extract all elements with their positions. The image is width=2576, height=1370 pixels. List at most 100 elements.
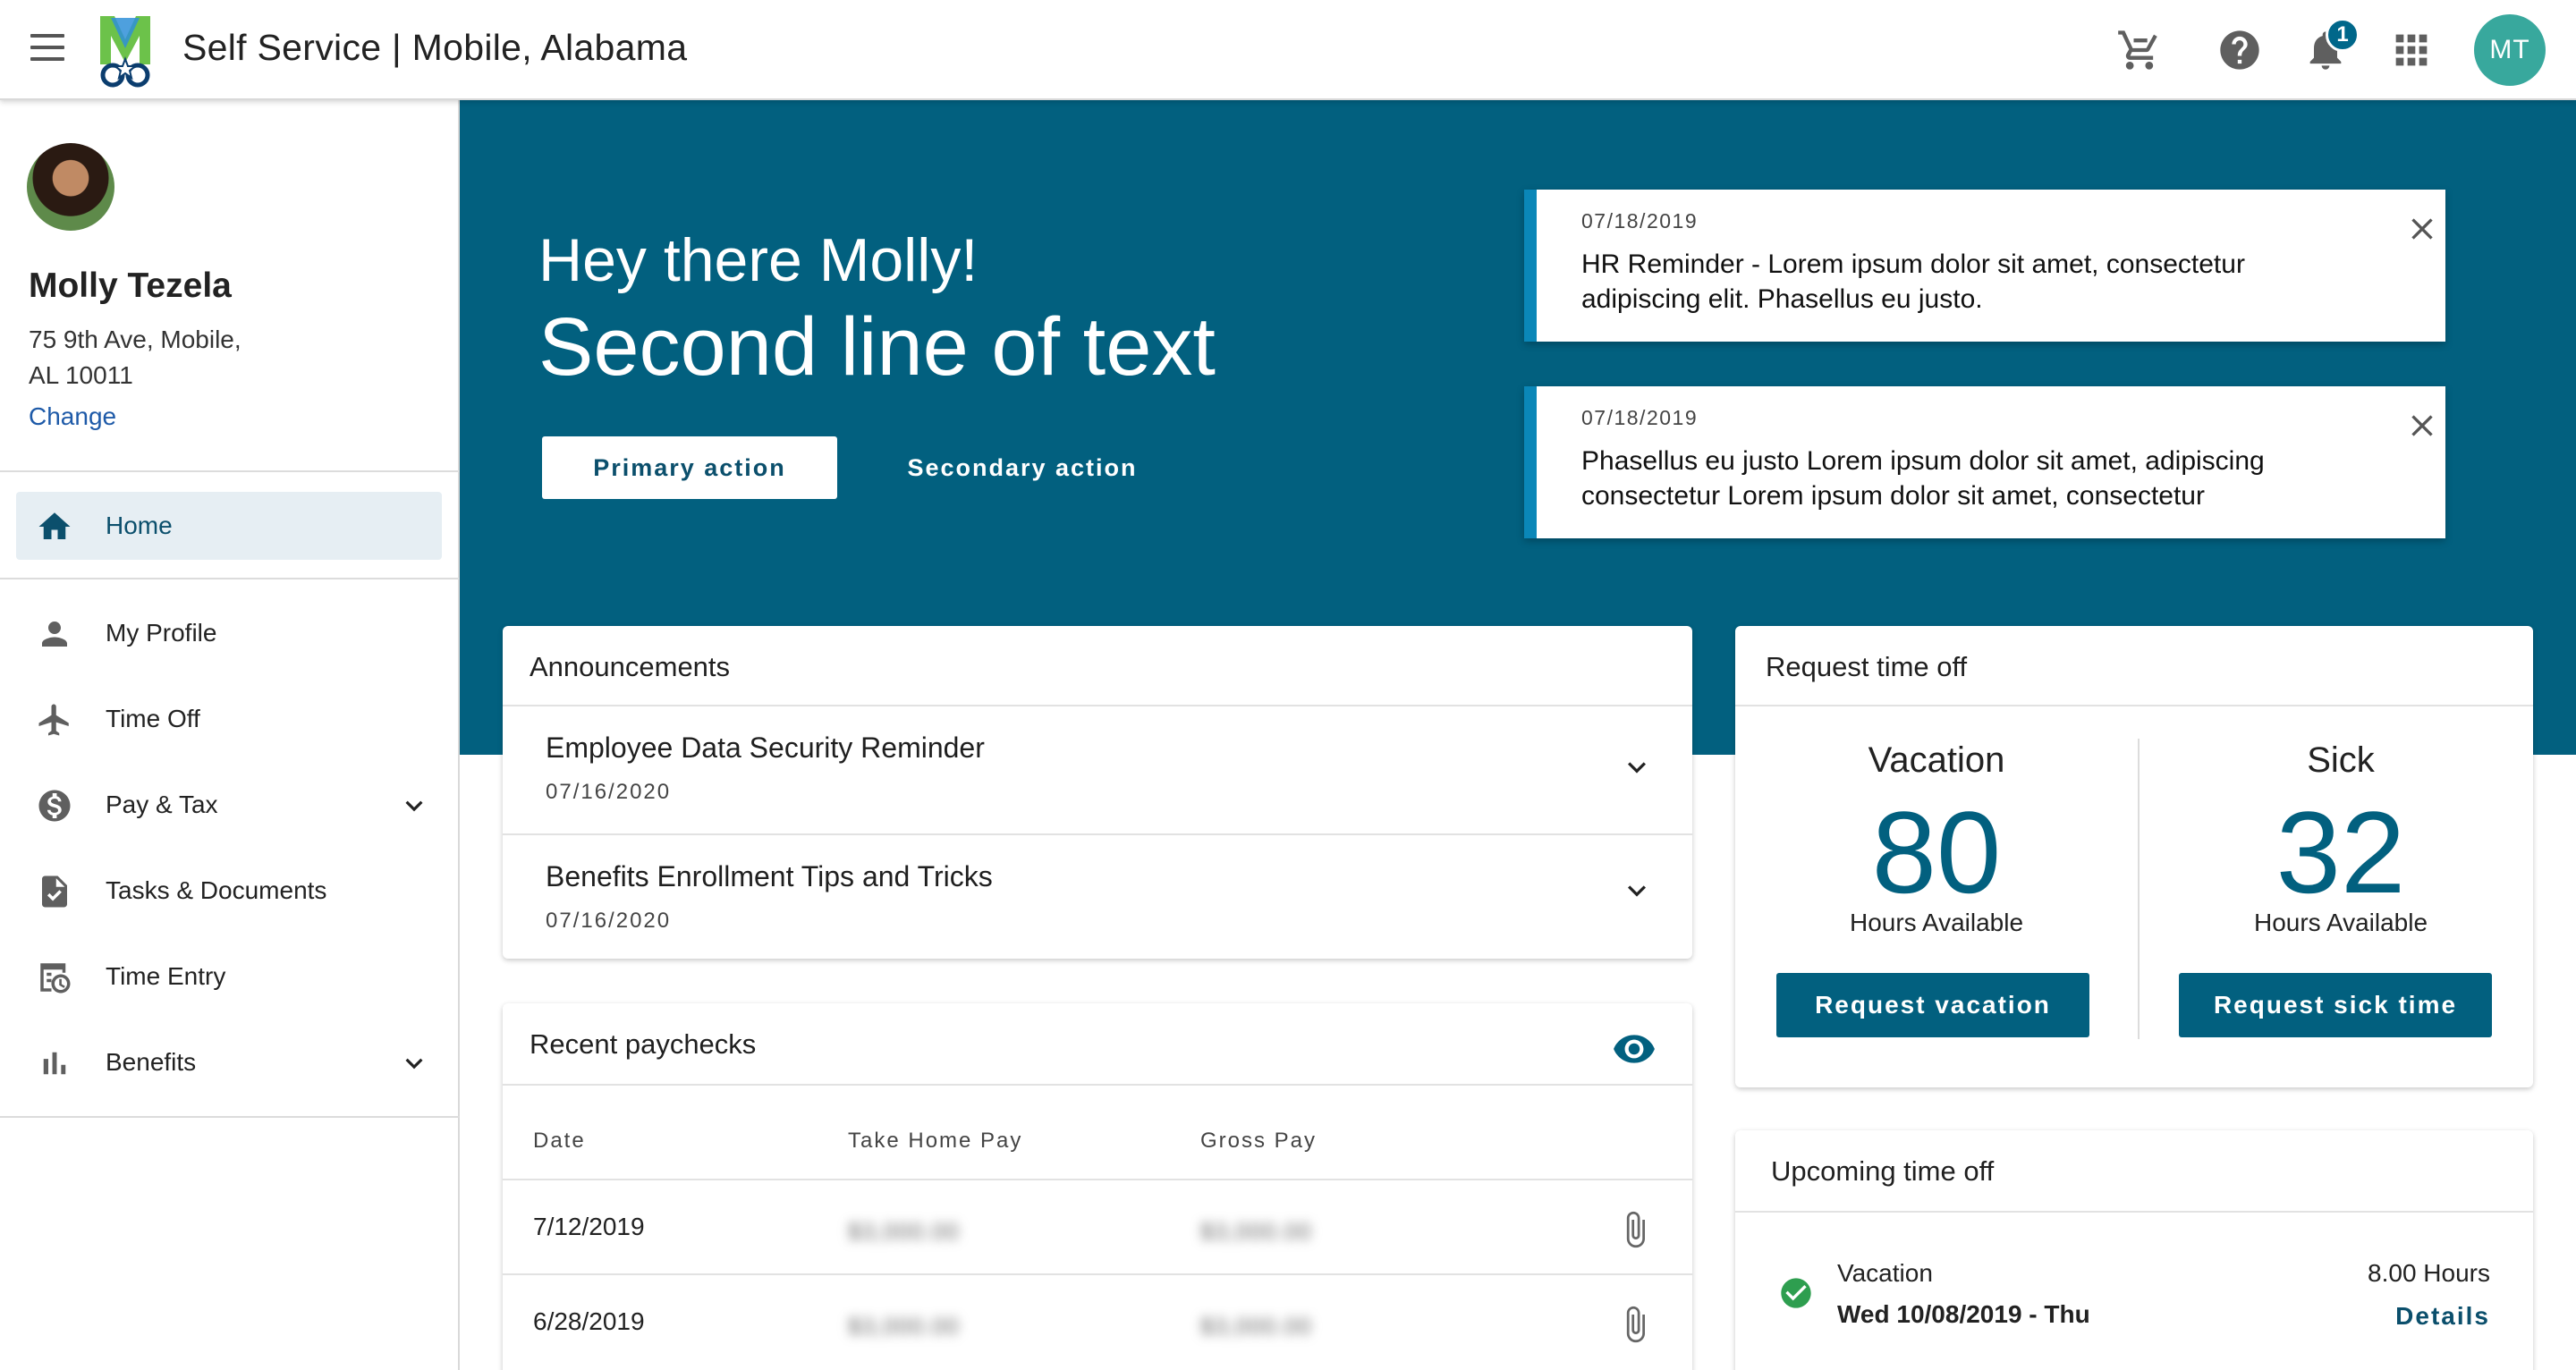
announcement-title: Employee Data Security Reminder	[546, 732, 985, 764]
details-link[interactable]: Details	[2395, 1302, 2490, 1331]
sidebar-item-label: Benefits	[106, 1048, 197, 1076]
notice-text: HR Reminder - Lorem ipsum dolor sit amet…	[1581, 249, 2245, 314]
sidebar-item-label: My Profile	[106, 619, 217, 647]
paycheck-date: 6/28/2019	[533, 1307, 645, 1335]
sidebar-item-home[interactable]: Home	[16, 492, 442, 560]
sidebar-item-time-entry[interactable]: Time Entry	[16, 943, 442, 1011]
announcements-title: Announcements	[530, 651, 731, 682]
upcoming-hours: 8.00 Hours	[2368, 1259, 2490, 1287]
close-icon[interactable]	[2404, 408, 2440, 444]
upcoming-type: Vacation	[1837, 1259, 1933, 1287]
paychecks-title: Recent paychecks	[530, 1028, 757, 1060]
user-avatar[interactable]: MT	[2474, 14, 2546, 86]
column-header-take-home: Take Home Pay	[848, 1129, 1023, 1153]
primary-action-button[interactable]: Primary action	[542, 436, 837, 499]
profile-name: Molly Tezela	[29, 266, 232, 305]
close-icon[interactable]	[2404, 211, 2440, 247]
eye-icon[interactable]	[1612, 1027, 1657, 1071]
sick-hours: 32	[2275, 787, 2406, 918]
chevron-down-icon[interactable]	[397, 789, 431, 823]
announcement-date: 07/16/2020	[546, 780, 672, 804]
profile-photo	[27, 143, 114, 231]
chevron-down-icon[interactable]	[397, 1046, 431, 1080]
column-header-gross: Gross Pay	[1200, 1129, 1318, 1153]
cart-icon[interactable]	[2116, 27, 2163, 73]
sidebar-divider	[0, 578, 460, 579]
notice-date: 07/18/2019	[1581, 406, 1699, 429]
notice-text: Phasellus eu justo Lorem ipsum dolor sit…	[1581, 446, 2265, 511]
upcoming-time-off-item: Vacation Wed 10/08/2019 - Thu 8.00 Hours…	[1735, 1213, 2533, 1356]
address-line-2: AL 10011	[29, 361, 133, 389]
document-check-icon	[36, 873, 73, 910]
announcement-item[interactable]: Benefits Enrollment Tips and Tricks 07/1…	[503, 835, 1690, 966]
sidebar: Molly Tezela 75 9th Ave, Mobile, AL 1001…	[0, 100, 460, 1370]
notice-card: 07/18/2019 Phasellus eu justo Lorem ipsu…	[1524, 386, 2445, 538]
sidebar-item-tasks-documents[interactable]: Tasks & Documents	[16, 857, 442, 925]
attachment-icon[interactable]	[1615, 1302, 1655, 1347]
secondary-action-button[interactable]: Secondary action	[875, 436, 1170, 499]
column-header-date: Date	[533, 1129, 586, 1153]
sick-label: Sick	[2307, 740, 2375, 780]
vacation-label: Vacation	[1868, 740, 2005, 780]
home-icon	[36, 508, 73, 545]
announcement-item[interactable]: Employee Data Security Reminder 07/16/20…	[503, 706, 1690, 837]
gross-amount: $3,000.00	[1200, 1313, 1312, 1340]
gross-amount: $3,000.00	[1200, 1218, 1312, 1245]
sidebar-divider	[0, 1116, 460, 1118]
table-row: 7/12/2019 $3,000.00 $3,000.00	[503, 1180, 1690, 1275]
sidebar-item-label: Time Entry	[106, 962, 226, 990]
dollar-icon	[36, 787, 73, 825]
notice-date: 07/18/2019	[1581, 209, 1699, 233]
vacation-hours: 80	[1871, 787, 2002, 918]
card-divider	[503, 1084, 1692, 1086]
paycheck-date: 7/12/2019	[533, 1213, 645, 1240]
address-line-1: 75 9th Ave, Mobile,	[29, 326, 242, 353]
sidebar-item-label: Pay & Tax	[106, 791, 218, 818]
announcement-date: 07/16/2020	[546, 909, 672, 933]
request-time-off-title: Request time off	[1766, 651, 1968, 682]
city-logo-icon	[100, 16, 150, 88]
chevron-down-icon[interactable]	[1619, 873, 1655, 909]
notifications-icon[interactable]: 1	[2302, 18, 2360, 73]
sick-hours-caption: Hours Available	[2253, 909, 2428, 936]
sidebar-item-label: Home	[106, 512, 173, 539]
attachment-icon[interactable]	[1615, 1207, 1655, 1252]
table-row: 6/28/2019 $3,000.00 $3,000.00	[503, 1275, 1690, 1370]
sidebar-item-label: Tasks & Documents	[106, 876, 327, 904]
notification-badge: 1	[2326, 18, 2360, 52]
time-entry-icon	[36, 959, 73, 996]
request-vacation-button[interactable]: Request vacation	[1776, 973, 2089, 1037]
take-home-amount: $3,000.00	[848, 1218, 960, 1245]
sidebar-divider	[0, 470, 460, 472]
help-icon[interactable]	[2216, 27, 2263, 73]
notice-card: 07/18/2019 HR Reminder - Lorem ipsum dol…	[1524, 190, 2445, 342]
top-app-bar: Self Service | Mobile, Alabama 1 MT	[0, 0, 2576, 100]
announcement-title: Benefits Enrollment Tips and Tricks	[546, 860, 993, 892]
announcements-card: Announcements Employee Data Security Rem…	[503, 626, 1692, 959]
hero-greeting: Hey there Molly!	[538, 226, 979, 294]
card-divider	[1735, 705, 2533, 706]
recent-paychecks-card: Recent paychecks Date Take Home Pay Gros…	[503, 1003, 1692, 1370]
sidebar-item-pay-tax[interactable]: Pay & Tax	[16, 771, 442, 839]
upcoming-time-off-card: Upcoming time off Vacation Wed 10/08/201…	[1735, 1130, 2533, 1370]
take-home-amount: $3,000.00	[848, 1313, 960, 1340]
apps-grid-icon[interactable]	[2388, 27, 2435, 73]
person-icon	[36, 615, 73, 653]
profile-address: 75 9th Ave, Mobile, AL 10011	[29, 322, 386, 393]
sidebar-item-benefits[interactable]: Benefits	[16, 1028, 442, 1096]
upcoming-time-off-title: Upcoming time off	[1771, 1155, 1995, 1187]
sidebar-item-time-off[interactable]: Time Off	[16, 685, 442, 753]
hero-second-line: Second line of text	[538, 301, 1216, 393]
sidebar-item-label: Time Off	[106, 705, 200, 732]
app-title: Self Service | Mobile, Alabama	[182, 27, 688, 68]
airplane-icon	[36, 701, 73, 739]
sidebar-item-my-profile[interactable]: My Profile	[16, 599, 442, 667]
bar-chart-icon	[36, 1044, 73, 1082]
check-circle-icon	[1781, 1278, 1811, 1308]
vacation-hours-caption: Hours Available	[1849, 909, 2024, 936]
menu-icon[interactable]	[30, 34, 68, 66]
change-address-link[interactable]: Change	[29, 402, 116, 431]
upcoming-date: Wed 10/08/2019 - Thu	[1837, 1300, 2090, 1328]
chevron-down-icon[interactable]	[1619, 749, 1655, 785]
request-sick-time-button[interactable]: Request sick time	[2179, 973, 2492, 1037]
